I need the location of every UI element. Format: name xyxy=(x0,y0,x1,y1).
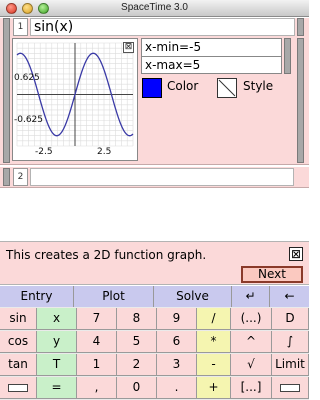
six-key[interactable]: 6 xyxy=(157,331,197,353)
tan-key[interactable]: tan xyxy=(0,354,37,376)
enter-key[interactable]: ↵ xyxy=(232,286,270,307)
cos-key[interactable]: cos xyxy=(0,331,37,353)
zero-key[interactable]: 0 xyxy=(117,377,157,399)
eight-key[interactable]: 8 xyxy=(117,308,157,330)
keypad-tabs: Entry Plot Solve ↵ ← xyxy=(0,286,309,307)
power-key[interactable]: ^ xyxy=(231,331,272,353)
nine-key[interactable]: 9 xyxy=(157,308,197,330)
x-tick-label-right: 2.5 xyxy=(97,147,112,157)
plus-key[interactable]: + xyxy=(197,377,231,399)
title-bar: SpaceTime 3.0 xyxy=(0,0,309,17)
help-panel: This creates a 2D function graph. ⊠ Next xyxy=(0,241,309,285)
cell-1-expression-input[interactable]: sin(x) xyxy=(30,18,295,36)
equals-key[interactable]: = xyxy=(37,377,77,399)
style-button[interactable] xyxy=(217,78,237,98)
help-close-icon[interactable]: ⊠ xyxy=(289,247,303,261)
color-swatch[interactable] xyxy=(142,78,162,98)
tab-solve[interactable]: Solve xyxy=(154,286,232,307)
t-key[interactable]: T xyxy=(37,354,77,376)
cell-1-scroll[interactable] xyxy=(297,18,304,36)
backspace-key[interactable]: ← xyxy=(270,286,309,307)
one-key[interactable]: 1 xyxy=(77,354,117,376)
xmax-field[interactable]: x-max=5 xyxy=(142,56,281,73)
cell-2: 2 xyxy=(0,167,309,188)
tab-entry[interactable]: Entry xyxy=(0,286,74,307)
tab-plot[interactable]: Plot xyxy=(74,286,154,307)
placeholder-box-icon xyxy=(280,383,300,392)
x-key[interactable]: x xyxy=(37,308,77,330)
empty-box-key-right[interactable] xyxy=(272,377,309,399)
cell-2-expression-input[interactable] xyxy=(30,168,294,186)
cell-1-right-bracket[interactable] xyxy=(297,38,304,163)
window-title: SpaceTime 3.0 xyxy=(121,2,188,13)
help-text: This creates a 2D function graph. xyxy=(6,248,207,262)
integral-key[interactable]: ∫ xyxy=(272,331,309,353)
empty-box-key[interactable] xyxy=(0,377,37,399)
keypad-grid: sin x 7 8 9/(...) Dcos y 4 5 6 * ^ ∫ tan T 1 2 3- √ Limit =,… xyxy=(0,308,309,400)
three-key[interactable]: 3 xyxy=(157,354,197,376)
keypad: Entry Plot Solve ↵ ← sin x 7 8 9/(...) Dcos y 4… xyxy=(0,286,309,400)
minus-key[interactable]: - xyxy=(197,354,231,376)
y-tick-label-top: 0.625 xyxy=(14,73,40,83)
divide-key[interactable]: / xyxy=(197,308,231,330)
five-key[interactable]: 5 xyxy=(117,331,157,353)
parentheses-key[interactable]: (...) xyxy=(231,308,272,330)
decimal-key[interactable]: . xyxy=(157,377,197,399)
cell-1-number: 1 xyxy=(13,18,28,36)
style-label: Style xyxy=(243,79,274,93)
next-button[interactable]: Next xyxy=(241,266,303,283)
two-key[interactable]: 2 xyxy=(117,354,157,376)
document-area: 1 sin(x) ⊠ 0.625 -0.625 -2.5 2.5 x-min=-… xyxy=(0,18,309,240)
graph-panel[interactable]: ⊠ 0.625 -0.625 -2.5 2.5 xyxy=(12,38,138,161)
y-key[interactable]: y xyxy=(37,331,77,353)
bracket-key[interactable]: [...] xyxy=(231,377,272,399)
line-style-icon xyxy=(218,79,236,97)
four-key[interactable]: 4 xyxy=(77,331,117,353)
limit-key[interactable]: Limit xyxy=(272,354,309,376)
multiply-key[interactable]: * xyxy=(197,331,231,353)
cell-2-number: 2 xyxy=(13,168,28,186)
sqrt-key[interactable]: √ xyxy=(231,354,272,376)
seven-key[interactable]: 7 xyxy=(77,308,117,330)
derivative-key[interactable]: D xyxy=(272,308,309,330)
function-plot xyxy=(16,42,134,147)
range-fields: x-min=-5 x-max=5 xyxy=(141,38,282,74)
graph-close-icon[interactable]: ⊠ xyxy=(123,42,134,53)
range-scrollbar[interactable] xyxy=(284,38,291,74)
sin-key[interactable]: sin xyxy=(0,308,37,330)
xmin-field[interactable]: x-min=-5 xyxy=(142,39,281,56)
cell-1: 1 sin(x) ⊠ 0.625 -0.625 -2.5 2.5 x-min=-… xyxy=(0,18,309,165)
placeholder-box-icon xyxy=(8,383,28,392)
comma-key[interactable]: , xyxy=(77,377,117,399)
cell-1-bracket[interactable] xyxy=(3,18,10,163)
cell-2-bracket[interactable] xyxy=(3,168,10,186)
x-tick-label-left: -2.5 xyxy=(35,147,53,157)
color-label: Color xyxy=(167,79,199,93)
y-tick-label-bottom: -0.625 xyxy=(14,115,44,125)
